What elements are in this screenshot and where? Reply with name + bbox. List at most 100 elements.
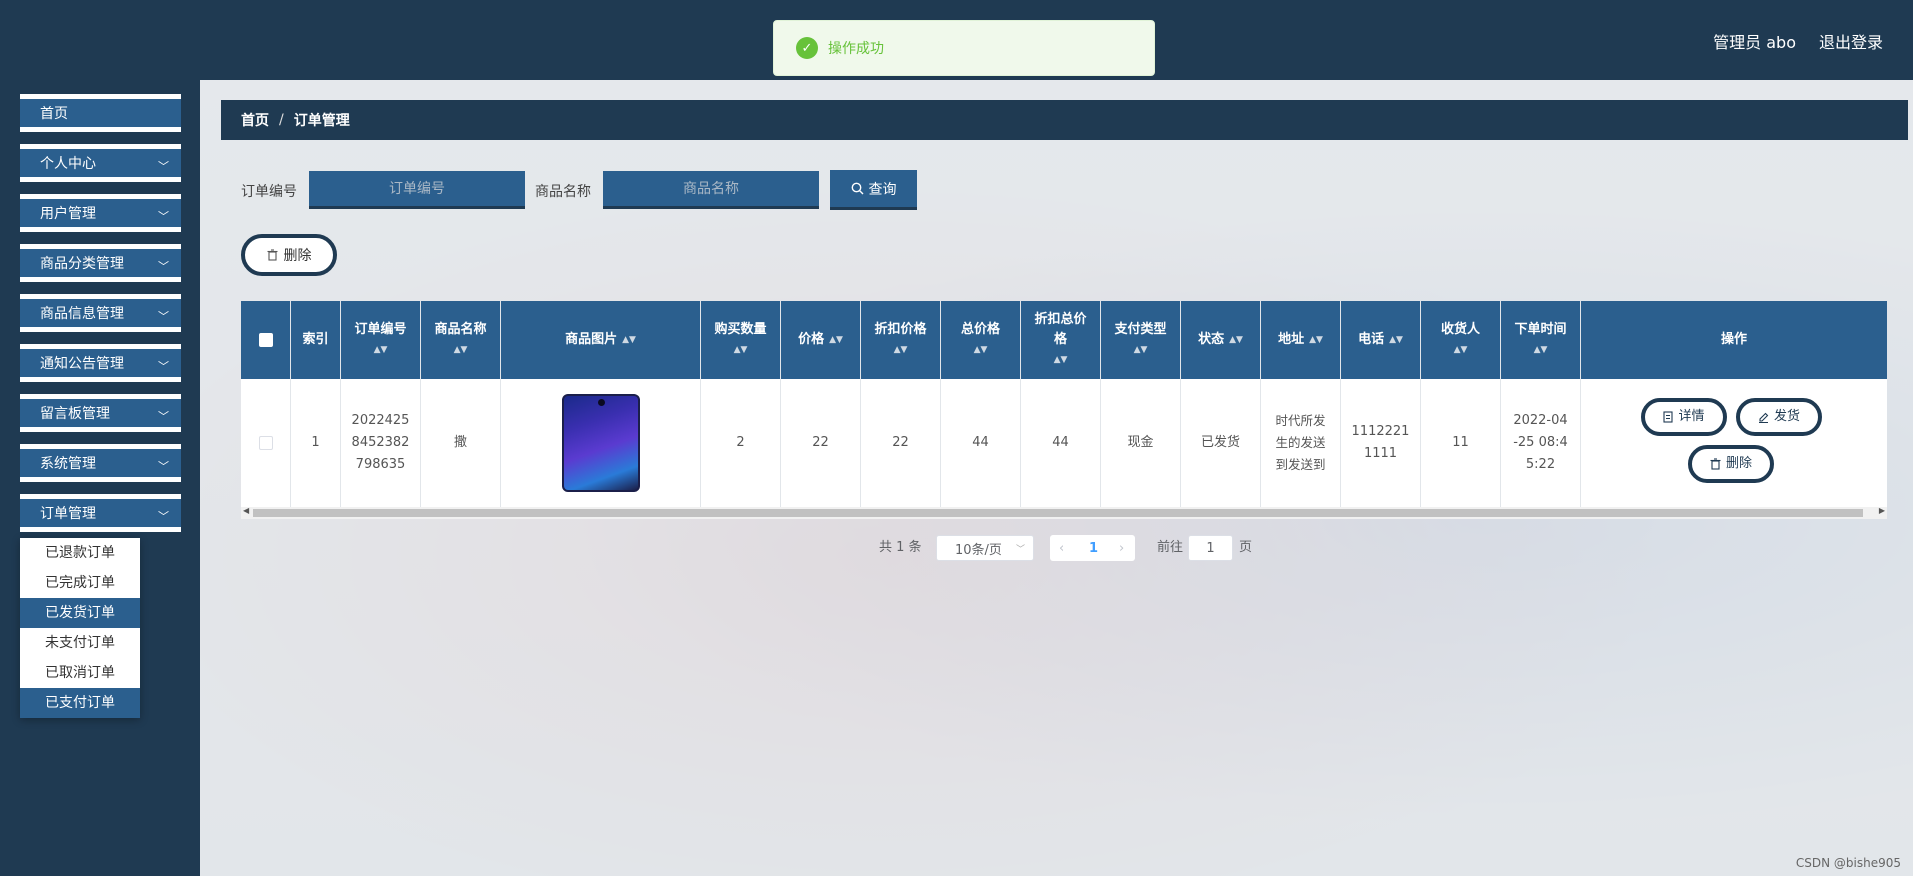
select-all-cell: [241, 301, 291, 379]
col-quantity[interactable]: 购买数量 ▲▼: [701, 301, 781, 379]
scroll-left-icon[interactable]: ◀: [243, 506, 249, 515]
query-button-label: 查询: [868, 181, 897, 198]
sort-icon[interactable]: ▲▼: [1534, 340, 1548, 360]
row-checkbox[interactable]: [258, 436, 273, 450]
col-order-time[interactable]: 下单时间 ▲▼: [1501, 301, 1581, 379]
sidebar-item-label: 系统管理: [40, 456, 96, 472]
page-size-select[interactable]: 10条/页 ﹀: [936, 535, 1034, 561]
next-page-icon[interactable]: ›: [1119, 541, 1124, 556]
sort-icon[interactable]: ▲▼: [374, 340, 388, 360]
ship-button[interactable]: 发货: [1736, 398, 1822, 436]
sidebar-item-label: 用户管理: [40, 206, 96, 222]
breadcrumb-home[interactable]: 首页: [241, 110, 269, 130]
page-number[interactable]: 1: [1089, 541, 1098, 556]
sidebar-item-system[interactable]: 系统管理 ﹀: [20, 444, 181, 482]
sidebar-item-users[interactable]: 用户管理 ﹀: [20, 194, 181, 232]
horizontal-scrollbar[interactable]: ◀ ▶: [241, 506, 1887, 519]
col-product-name[interactable]: 商品名称 ▲▼: [421, 301, 501, 379]
page-suffix: 页: [1239, 540, 1253, 555]
cell-product-image: [501, 379, 701, 507]
table-row: 1 2022425 8452382 798635 撒 2 22 22 44 44…: [241, 379, 1887, 507]
sidebar-item-label: 留言板管理: [40, 406, 110, 422]
col-receiver-label: 收货人: [1440, 322, 1480, 337]
col-discount-total[interactable]: 折扣总价格 ▲▼: [1021, 301, 1101, 379]
current-user-label: 管理员 abo: [1713, 33, 1796, 52]
sort-icon[interactable]: ▲▼: [734, 340, 748, 360]
scrollbar-thumb[interactable]: [253, 509, 1863, 517]
submenu-item-cancelled[interactable]: 已取消订单: [20, 658, 140, 688]
query-button[interactable]: 查询: [830, 170, 917, 210]
sort-icon[interactable]: ▲▼: [1134, 340, 1148, 360]
cell-index: 1: [291, 379, 341, 507]
goto-page-input[interactable]: 1: [1188, 535, 1233, 561]
product-name-input[interactable]: [603, 171, 819, 209]
logout-link[interactable]: 退出登录: [1819, 29, 1883, 53]
col-pay-type[interactable]: 支付类型 ▲▼: [1101, 301, 1181, 379]
row-delete-button[interactable]: 删除: [1688, 445, 1774, 483]
col-product-image[interactable]: 商品图片 ▲▼: [501, 301, 701, 379]
sort-icon[interactable]: ▲▼: [622, 330, 636, 350]
col-phone-label: 电话: [1358, 332, 1385, 347]
prev-page-icon[interactable]: ‹: [1059, 541, 1064, 556]
cell-phone: 1112221 1111: [1341, 379, 1421, 507]
detail-button-label: 详情: [1678, 409, 1705, 424]
batch-delete-button[interactable]: 删除: [241, 234, 337, 276]
col-phone[interactable]: 电话 ▲▼: [1341, 301, 1421, 379]
scroll-right-icon[interactable]: ▶: [1879, 506, 1885, 515]
sidebar-item-orders[interactable]: 订单管理 ﹀: [20, 494, 181, 532]
col-order-no[interactable]: 订单编号 ▲▼: [341, 301, 421, 379]
chevron-down-icon: ﹀: [158, 510, 169, 523]
sort-icon[interactable]: ▲▼: [974, 340, 988, 360]
cell-actions: 详情 发货 删除: [1581, 379, 1887, 507]
order-no-label: 订单编号: [241, 184, 297, 200]
sort-icon[interactable]: ▲▼: [894, 340, 908, 360]
submenu-item-completed[interactable]: 已完成订单: [20, 568, 140, 598]
col-product-name-label: 商品名称: [434, 322, 487, 337]
col-product-image-label: 商品图片: [565, 332, 618, 347]
submenu-item-paid[interactable]: 已支付订单: [20, 688, 140, 718]
chevron-down-icon: ﹀: [158, 160, 169, 173]
sidebar-item-profile[interactable]: 个人中心 ﹀: [20, 144, 181, 182]
goto-label: 前往: [1157, 540, 1184, 555]
document-icon: [1663, 411, 1674, 423]
trash-icon: [1710, 458, 1721, 470]
sort-icon[interactable]: ▲▼: [829, 330, 843, 350]
pagination-pages: ‹ 1 ›: [1050, 535, 1135, 561]
submenu-item-shipped[interactable]: 已发货订单: [20, 598, 140, 628]
sidebar-item-home[interactable]: 首页: [20, 94, 181, 132]
sidebar-item-products[interactable]: 商品信息管理 ﹀: [20, 294, 181, 332]
detail-button[interactable]: 详情: [1641, 398, 1727, 436]
submenu-item-unpaid[interactable]: 未支付订单: [20, 628, 140, 658]
cell-discount-price: 22: [861, 379, 941, 507]
goto-page-value: 1: [1206, 540, 1215, 556]
sidebar-item-categories[interactable]: 商品分类管理 ﹀: [20, 244, 181, 282]
select-all-checkbox[interactable]: [258, 333, 273, 347]
col-price[interactable]: 价格 ▲▼: [781, 301, 861, 379]
col-discount-price[interactable]: 折扣价格 ▲▼: [861, 301, 941, 379]
submenu-item-refunded[interactable]: 已退款订单: [20, 538, 140, 568]
product-image[interactable]: [561, 394, 640, 492]
order-no-input[interactable]: [309, 171, 525, 209]
success-toast: ✓ 操作成功: [773, 20, 1155, 76]
chevron-down-icon: ﹀: [158, 210, 169, 223]
sort-icon[interactable]: ▲▼: [454, 340, 468, 360]
row-delete-label: 删除: [1725, 456, 1752, 471]
sort-icon[interactable]: ▲▼: [1389, 330, 1403, 350]
col-receiver[interactable]: 收货人 ▲▼: [1421, 301, 1501, 379]
sidebar-item-notices[interactable]: 通知公告管理 ﹀: [20, 344, 181, 382]
sidebar-item-label: 首页: [40, 106, 68, 122]
cell-status: 已发货: [1181, 379, 1261, 507]
chevron-down-icon: ﹀: [158, 260, 169, 273]
trash-icon: [267, 249, 278, 261]
chevron-down-icon: ﹀: [158, 360, 169, 373]
chevron-down-icon: ﹀: [1015, 544, 1025, 555]
sort-icon[interactable]: ▲▼: [1229, 330, 1243, 350]
sidebar-item-messages[interactable]: 留言板管理 ﹀: [20, 394, 181, 432]
sort-icon[interactable]: ▲▼: [1454, 340, 1468, 360]
col-status[interactable]: 状态 ▲▼: [1181, 301, 1261, 379]
sort-icon[interactable]: ▲▼: [1054, 350, 1068, 370]
col-total-price[interactable]: 总价格 ▲▼: [941, 301, 1021, 379]
sort-icon[interactable]: ▲▼: [1309, 330, 1323, 350]
toast-message: 操作成功: [828, 41, 884, 57]
col-address[interactable]: 地址 ▲▼: [1261, 301, 1341, 379]
